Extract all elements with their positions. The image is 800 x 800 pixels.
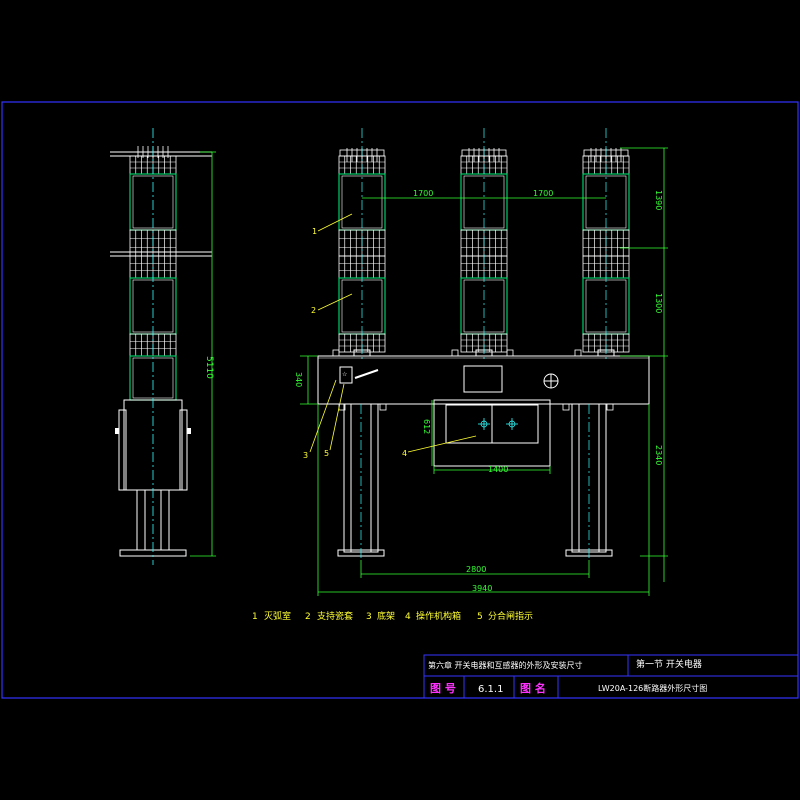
drawing-name-label: 图 名 (520, 681, 546, 695)
legend-label-5: 分合闸指示 (488, 610, 533, 622)
legend-num-4: 4 (405, 612, 411, 622)
cad-drawing: 5110 ☆ 1700 1700 1390 1300 2340 340 612 … (0, 0, 800, 800)
legend-label-2: 支持瓷套 (317, 610, 353, 622)
drawing-number-label: 图 号 (430, 682, 456, 695)
dim-cabinet-width: 1400 (488, 465, 508, 474)
dim-cabinet-height: 612 (422, 419, 431, 434)
dim-side-height: 5110 (204, 356, 214, 379)
dim-mid-section: 1300 (654, 293, 663, 313)
legend-num-5: 5 (477, 612, 483, 622)
legend-num-3: 3 (366, 612, 372, 622)
dim-frame-height: 340 (294, 372, 303, 387)
legend-label-1: 灭弧室 (264, 610, 291, 622)
section-title: 第一节 开关电器 (636, 658, 702, 670)
callout-1: 1 (312, 227, 317, 236)
legend-num-2: 2 (305, 612, 311, 622)
drawing-number: 6.1.1 (478, 684, 503, 695)
callout-2: 2 (311, 306, 316, 315)
dim-lower-height: 2340 (654, 445, 663, 465)
dim-overall-width: 3940 (472, 584, 492, 593)
dim-pole-spacing-right: 1700 (533, 189, 553, 198)
drawing-name: LW20A-126断路器外形尺寸图 (598, 683, 707, 693)
callout-4: 4 (402, 449, 407, 458)
dim-pole-spacing-left: 1700 (413, 189, 433, 198)
legend-label-3: 底架 (377, 610, 395, 622)
callout-3: 3 (303, 451, 308, 460)
legend-label-4: 操作机构箱 (416, 610, 461, 622)
svg-text:☆: ☆ (342, 371, 347, 378)
chapter-title: 第六章 开关电器和互感器的外形及安装尺寸 (428, 660, 583, 670)
dim-top-section: 1390 (654, 190, 663, 210)
callout-5: 5 (324, 449, 329, 458)
dim-leg-spacing: 2800 (466, 565, 486, 574)
legend-num-1: 1 (252, 612, 258, 622)
